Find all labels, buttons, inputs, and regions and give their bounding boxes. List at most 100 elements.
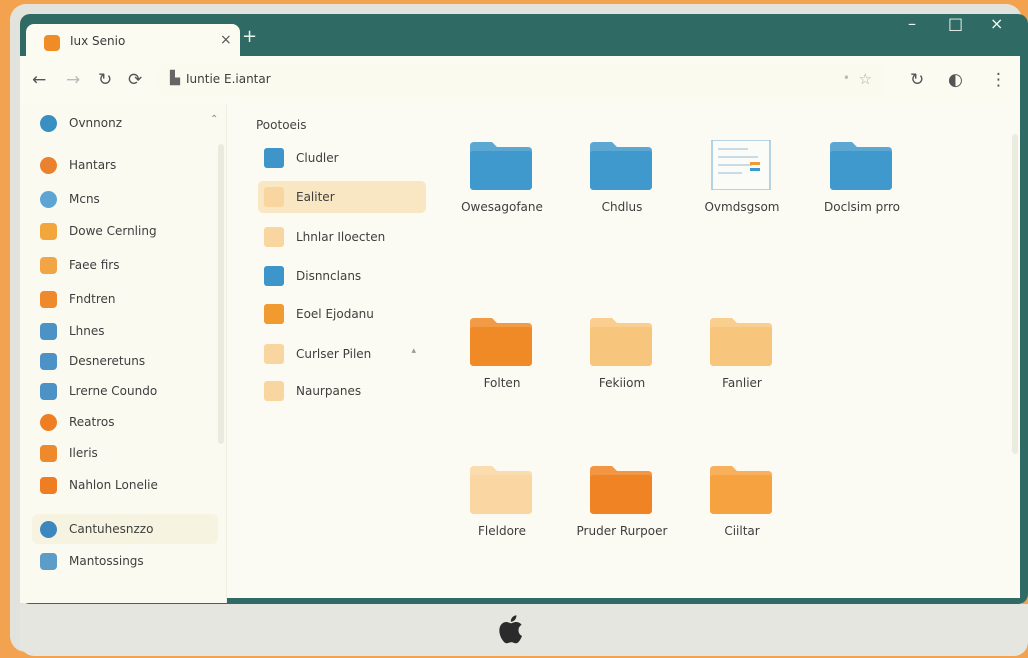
sidebar-item-label: Lrerne Coundo [69, 384, 158, 398]
folder-icon [264, 266, 284, 286]
grid-tile[interactable]: Fanlier [672, 316, 812, 426]
sidebar-item[interactable]: Hantars [32, 150, 218, 180]
sidebar-item-label: Mcns [69, 192, 100, 206]
address-bar[interactable]: ▙ Iuntie E.iantar • ☆ [158, 64, 884, 96]
folder-icon [40, 256, 57, 274]
grid-tile[interactable]: Fleldore [432, 464, 572, 574]
grid-tile[interactable]: Ovmdsgsom [672, 140, 812, 250]
grid-tile-label: Chdlus [601, 200, 643, 214]
sidebar-item[interactable]: Cantuhesnzzo [32, 514, 218, 544]
folder-list-label: Disnnclans [296, 269, 362, 283]
sidebar-item-label: Cantuhesnzzo [69, 522, 154, 536]
folder-list-label: Curlser Pilen [296, 347, 372, 361]
sidebar-item[interactable]: Reatros [32, 407, 218, 437]
chrome-icon [40, 156, 57, 174]
forward-icon[interactable]: → [66, 70, 80, 90]
grid-tile-label: Fekiiom [598, 376, 646, 390]
grid-tile[interactable]: Doclsim prro [792, 140, 932, 250]
minimize-button[interactable]: – [908, 14, 916, 33]
folder-icon [590, 466, 652, 514]
folder-icon [710, 466, 772, 514]
folder-icon [710, 318, 772, 366]
reload-icon[interactable]: ↻ [98, 70, 112, 90]
sidebar-item-label: Fndtren [69, 292, 116, 306]
new-tab-button[interactable]: + [242, 26, 257, 47]
sidebar-scrollbar[interactable] [218, 144, 224, 444]
grid-tile[interactable]: Folten [432, 316, 572, 426]
lock-icon: ▙ [170, 71, 180, 86]
sidebar-item[interactable]: Fndtren [32, 284, 218, 314]
sidebar-item[interactable]: Dowe Cernling [32, 216, 218, 246]
sidebar-item-label: Faee firs [69, 258, 120, 272]
chart-icon [40, 322, 57, 340]
sidebar-item[interactable]: Nahlon Lonelie [32, 470, 218, 500]
folder-icon [264, 227, 284, 247]
folder-list-label: Cludler [296, 151, 339, 165]
people-icon [40, 382, 57, 400]
sidebar-item[interactable]: Lhnes [32, 316, 218, 346]
maximize-button[interactable]: □ [948, 14, 963, 33]
back-icon[interactable]: ← [32, 70, 46, 90]
folder-list-label: Naurpanes [296, 384, 362, 398]
globe-icon [40, 114, 57, 132]
folder-list-pane: Pootoeis Cludler Ealiter Lhnlar Iloecten Di… [236, 104, 426, 603]
close-window-button[interactable]: × [990, 14, 1003, 33]
sync-icon[interactable]: ↻ [910, 70, 924, 90]
grid-tile[interactable]: Fekiiom [552, 316, 692, 426]
folder-icon [590, 318, 652, 366]
expand-arrow-icon[interactable]: ▴ [411, 346, 416, 356]
bookmark-star-icon[interactable]: ☆ [859, 70, 872, 88]
menu-icon[interactable]: ⋮ [990, 70, 1007, 90]
navigation-bar: ← → ↻ ⟳ ▙ Iuntie E.iantar • ☆ ↻ ◐ ⋮ [20, 56, 1020, 105]
grid-scrollbar[interactable] [1012, 134, 1018, 454]
sidebar-item[interactable]: Faee firs [32, 250, 218, 280]
grid-tile-label: Fanlier [722, 376, 762, 390]
grid-tile-label: Ovmdsgsom [704, 200, 780, 214]
grid-tile-label: Folten [483, 376, 521, 390]
folder-list-item[interactable]: Lhnlar Iloecten [258, 221, 426, 253]
grid-tile[interactable]: Chdlus [552, 140, 692, 250]
sidebar-item[interactable]: Ileris [32, 438, 218, 468]
folder-grid: Owesagofane Chdlus Ovmdsgsom Doclsim prro Fo… [440, 104, 1010, 603]
sidebar-item-label: Mantossings [69, 554, 144, 568]
sidebar-item-label: Reatros [69, 415, 115, 429]
folder-icon [470, 142, 532, 190]
tab-close-icon[interactable]: × [220, 32, 232, 48]
folder-list-item[interactable]: Ealiter [258, 181, 426, 213]
sidebar-item[interactable]: Mcns [32, 184, 218, 214]
folder-icon [264, 304, 284, 324]
image-icon [40, 290, 57, 308]
folder-list-item[interactable]: Disnnclans [258, 260, 426, 292]
sidebar-item-label: Ovnnonz [69, 116, 123, 130]
folder-icon [470, 318, 532, 366]
browser-tab[interactable]: Iux Senio × [26, 24, 240, 60]
grid-tile-label: Pruder Rurpoer [576, 524, 668, 538]
folder-icon [830, 142, 892, 190]
sidebar-item[interactable]: Mantossings [32, 546, 218, 576]
sidebar-item-label: Desneretuns [69, 354, 146, 368]
folder-icon [264, 381, 284, 401]
sidebar-item[interactable]: Lrerne Coundo [32, 376, 218, 406]
grid-tile[interactable]: Pruder Rurpoer [552, 464, 692, 574]
monitor-icon [40, 352, 57, 370]
folder-list-item[interactable]: Eoel Ejodanu [258, 298, 426, 330]
sidebar-item[interactable]: Ovnnonz [32, 108, 218, 138]
sidebar-item[interactable]: Desneretuns [32, 346, 218, 376]
folder-list-item[interactable]: Cludler [258, 142, 426, 174]
extension-icon[interactable]: • [843, 71, 850, 85]
tab-favicon-icon [44, 35, 60, 51]
profile-icon[interactable]: ◐ [948, 70, 963, 90]
folder-list-item[interactable]: Naurpanes [258, 375, 426, 407]
grid-tile-label: Ciiltar [724, 524, 760, 538]
home-icon[interactable]: ⟳ [128, 70, 142, 90]
folder-icon [470, 466, 532, 514]
grid-tile[interactable]: Ciiltar [672, 464, 812, 574]
folder-icon [40, 444, 57, 462]
app-icon [40, 476, 57, 494]
sidebar-item-label: Dowe Cernling [69, 224, 157, 238]
folder-list-label: Lhnlar Iloecten [296, 230, 386, 244]
folder-list-item[interactable]: Curlser Pilen ▴ [258, 338, 426, 370]
grid-tile[interactable]: Owesagofane [432, 140, 572, 250]
address-text: Iuntie E.iantar [186, 72, 271, 86]
folder-icon [264, 187, 284, 207]
